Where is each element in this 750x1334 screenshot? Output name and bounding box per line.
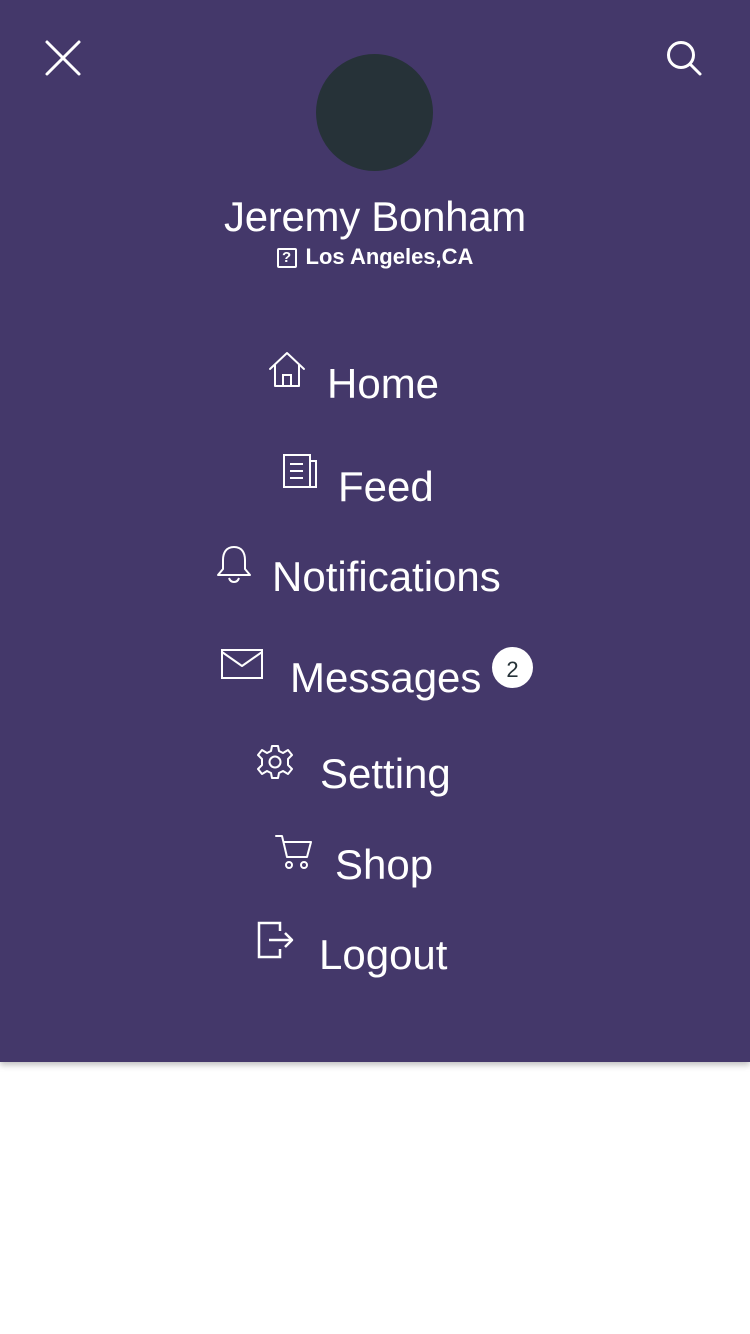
search-icon xyxy=(667,41,702,76)
gear-icon xyxy=(255,742,295,802)
close-icon xyxy=(45,40,81,76)
side-menu-panel: Jeremy Bonham ? Los Angeles,CA Home Feed xyxy=(0,0,750,1062)
question-box-icon: ? xyxy=(276,248,297,268)
menu-item-notifications[interactable]: Notifications xyxy=(214,544,501,604)
location-text: Los Angeles,CA xyxy=(305,244,474,269)
logout-icon xyxy=(256,920,296,980)
close-button[interactable] xyxy=(39,34,87,82)
newspaper-icon xyxy=(281,452,319,512)
profile-name: Jeremy Bonham xyxy=(224,193,526,240)
avatar[interactable] xyxy=(316,54,433,171)
messages-badge: 2 xyxy=(492,647,533,688)
bell-icon xyxy=(214,544,254,604)
menu-item-label: Messages xyxy=(290,654,482,701)
menu-item-logout[interactable]: Logout xyxy=(256,920,447,980)
menu-item-label: Logout xyxy=(319,931,448,978)
menu-item-shop[interactable]: Shop xyxy=(274,832,433,892)
menu-item-label: Setting xyxy=(320,750,451,797)
menu-item-label: Feed xyxy=(338,463,434,510)
menu-item-feed[interactable]: Feed xyxy=(281,452,434,512)
menu-item-label: Notifications xyxy=(272,553,501,600)
search-button[interactable] xyxy=(660,34,708,82)
envelope-icon xyxy=(220,644,264,704)
profile-location: ? Los Angeles,CA xyxy=(0,243,750,271)
menu-item-home[interactable]: Home xyxy=(267,350,439,410)
cart-icon xyxy=(274,832,314,892)
menu-item-setting[interactable]: Setting xyxy=(255,742,451,802)
home-icon xyxy=(267,350,307,410)
menu-item-label: Shop xyxy=(335,841,434,888)
menu-item-messages[interactable]: Messages xyxy=(220,644,481,704)
menu-item-label: Home xyxy=(327,360,440,407)
